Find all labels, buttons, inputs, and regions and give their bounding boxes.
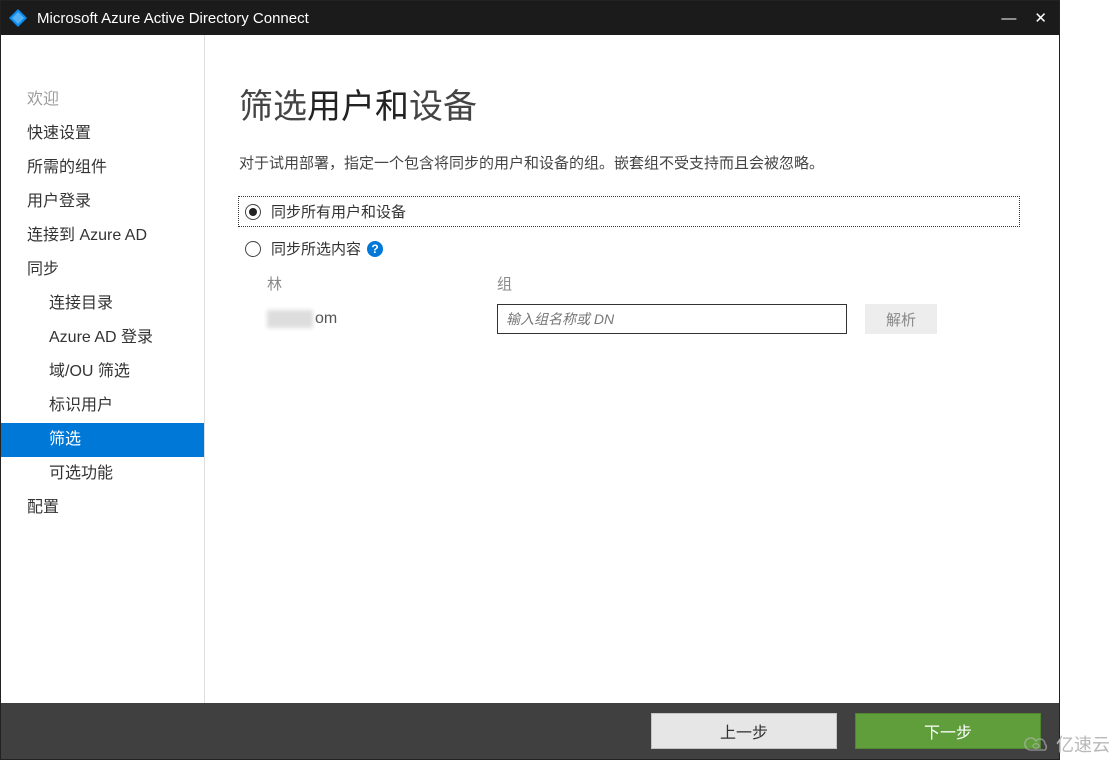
sidebar-item-configure[interactable]: 配置: [1, 491, 204, 525]
page-description: 对于试用部署，指定一个包含将同步的用户和设备的组。嵌套组不受支持而且会被忽略。: [239, 152, 1019, 173]
sidebar-item-welcome[interactable]: 欢迎: [1, 83, 204, 117]
next-button[interactable]: 下一步: [855, 713, 1041, 749]
forest-suffix: om: [315, 310, 337, 328]
help-icon[interactable]: ?: [367, 241, 383, 257]
sidebar-item-components[interactable]: 所需的组件: [1, 151, 204, 185]
page-title-bold: 用户和: [307, 88, 409, 126]
sidebar-item-optional[interactable]: 可选功能: [1, 457, 204, 491]
wizard-sidebar: 欢迎 快速设置 所需的组件 用户登录 连接到 Azure AD 同步 连接目录 …: [1, 35, 205, 703]
radio-sync-all-row[interactable]: 同步所有用户和设备: [239, 197, 1019, 226]
page-title-suffix: 设备: [409, 88, 477, 126]
sidebar-item-identify-users[interactable]: 标识用户: [1, 389, 204, 423]
sidebar-item-connect-dirs[interactable]: 连接目录: [1, 287, 204, 321]
forest-value: om: [267, 310, 497, 328]
resolve-button[interactable]: 解析: [865, 304, 937, 334]
wizard-footer: 上一步 下一步: [1, 703, 1059, 759]
window-body: 欢迎 快速设置 所需的组件 用户登录 连接到 Azure AD 同步 连接目录 …: [1, 35, 1059, 703]
sidebar-item-filter[interactable]: 筛选: [1, 423, 204, 457]
sidebar-item-connect-azuread[interactable]: 连接到 Azure AD: [1, 219, 204, 253]
radio-sync-selected-label: 同步所选内容: [271, 238, 361, 259]
filter-grid: 林 组 om 输入组名称或 DN 解析: [267, 273, 1019, 334]
window-title: Microsoft Azure Active Directory Connect: [37, 10, 1001, 27]
titlebar: Microsoft Azure Active Directory Connect…: [1, 1, 1059, 35]
grid-headers: 林 组: [267, 273, 1019, 294]
sidebar-item-azuread-signin[interactable]: Azure AD 登录: [1, 321, 204, 355]
grid-row: om 输入组名称或 DN 解析: [267, 304, 1019, 334]
wizard-main: 筛选用户和设备 对于试用部署，指定一个包含将同步的用户和设备的组。嵌套组不受支持…: [205, 35, 1059, 703]
watermark-text: 亿速云: [1056, 731, 1110, 757]
azure-logo-icon: [7, 7, 29, 29]
forest-redacted: [267, 310, 313, 328]
app-window: Microsoft Azure Active Directory Connect…: [0, 0, 1060, 760]
close-button[interactable]: ✕: [1034, 11, 1047, 26]
sidebar-item-express[interactable]: 快速设置: [1, 117, 204, 151]
sidebar-item-user-signin[interactable]: 用户登录: [1, 185, 204, 219]
minimize-button[interactable]: —: [1001, 11, 1016, 26]
radio-sync-all-label: 同步所有用户和设备: [271, 201, 406, 222]
radio-sync-all[interactable]: [245, 204, 261, 220]
header-group: 组: [497, 273, 867, 294]
radio-sync-selected-row[interactable]: 同步所选内容 ?: [239, 234, 1019, 263]
sidebar-item-sync[interactable]: 同步: [1, 253, 204, 287]
sidebar-item-domain-ou[interactable]: 域/OU 筛选: [1, 355, 204, 389]
page-title-prefix: 筛选: [239, 88, 307, 126]
radio-sync-selected[interactable]: [245, 241, 261, 257]
header-forest: 林: [267, 273, 497, 294]
page-title: 筛选用户和设备: [239, 79, 1019, 128]
previous-button[interactable]: 上一步: [651, 713, 837, 749]
group-input[interactable]: 输入组名称或 DN: [497, 304, 847, 334]
